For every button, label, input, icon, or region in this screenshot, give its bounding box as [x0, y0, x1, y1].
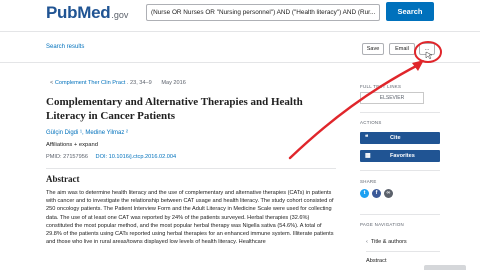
- cite-label: Cite: [390, 135, 401, 141]
- abstract-heading: Abstract: [46, 174, 80, 184]
- email-button[interactable]: Email: [389, 43, 415, 55]
- cite-button[interactable]: ❝ Cite: [360, 132, 440, 144]
- favorites-button[interactable]: ▦ Favorites: [360, 150, 440, 162]
- sidebar-divider: [360, 214, 440, 215]
- nav-title-authors[interactable]: ‹ Title & authors: [366, 239, 407, 245]
- quote-icon: ❝: [365, 135, 369, 141]
- logo-med: Med: [77, 3, 111, 22]
- citation-date: May 2016: [161, 80, 186, 86]
- pubmed-logo[interactable]: Pub Med .gov: [46, 3, 128, 23]
- nav-abstract[interactable]: Abstract: [366, 258, 387, 264]
- article-ids: PMID: 27157956 DOI: 10.1016/j.ctcp.2016.…: [46, 154, 176, 160]
- page-navigation-label: PAGE NAVIGATION: [360, 222, 405, 227]
- toolbar-divider: [0, 62, 480, 63]
- nav-abstract-label: Abstract: [366, 258, 387, 264]
- search-input[interactable]: (Nurse OR Nurses OR "Nursing personnel")…: [146, 4, 380, 21]
- doi-link[interactable]: DOI: 10.1016/j.ctcp.2016.02.004: [96, 154, 177, 160]
- logo-pub: Pub: [46, 3, 78, 22]
- search-button[interactable]: Search: [386, 2, 434, 21]
- share-label: SHARE: [360, 179, 377, 184]
- bookmark-icon: ▦: [365, 153, 371, 159]
- full-text-links-label: FULL TEXT LINKS: [360, 84, 402, 89]
- header-divider: [0, 31, 480, 32]
- link-icon[interactable]: ∞: [384, 189, 393, 198]
- abstract-divider: [46, 168, 336, 169]
- page-title: Complementary and Alternative Therapies …: [46, 96, 303, 122]
- chevron-left-icon: ‹: [366, 239, 368, 245]
- citation-volume: . 23, 34–9: [126, 80, 152, 86]
- header: Pub Med .gov (Nurse OR Nurses OR "Nursin…: [0, 0, 480, 30]
- pmid: PMID: 27157956: [46, 154, 88, 160]
- more-button[interactable]: ...: [419, 43, 435, 55]
- actions-label: ACTIONS: [360, 120, 382, 125]
- citation: < Complement Ther Clin Pract . 23, 34–9 …: [50, 80, 186, 86]
- elsevier-full-text-link[interactable]: ELSEVIER: [360, 92, 424, 104]
- floating-widget[interactable]: [424, 265, 466, 270]
- abstract-text: The aim was to determine health literacy…: [46, 190, 334, 246]
- authors-list[interactable]: Gülçin Digdi ¹, Medine Yilmaz ²: [46, 130, 128, 136]
- search-results-link[interactable]: Search results: [46, 44, 84, 50]
- facebook-icon[interactable]: f: [372, 189, 381, 198]
- favorites-label: Favorites: [390, 153, 415, 159]
- journal-link[interactable]: Complement Ther Clin Pract: [55, 80, 125, 86]
- logo-gov: .gov: [111, 10, 129, 20]
- save-button[interactable]: Save: [362, 43, 384, 55]
- nav-title-authors-label: Title & authors: [370, 239, 407, 245]
- affiliations-toggle[interactable]: Affiliations + expand: [46, 142, 98, 148]
- sidebar-divider: [366, 251, 440, 252]
- twitter-icon[interactable]: t: [360, 189, 369, 198]
- sidebar-divider: [360, 112, 440, 113]
- sidebar-divider: [360, 170, 440, 171]
- share-buttons: t f ∞: [360, 189, 393, 198]
